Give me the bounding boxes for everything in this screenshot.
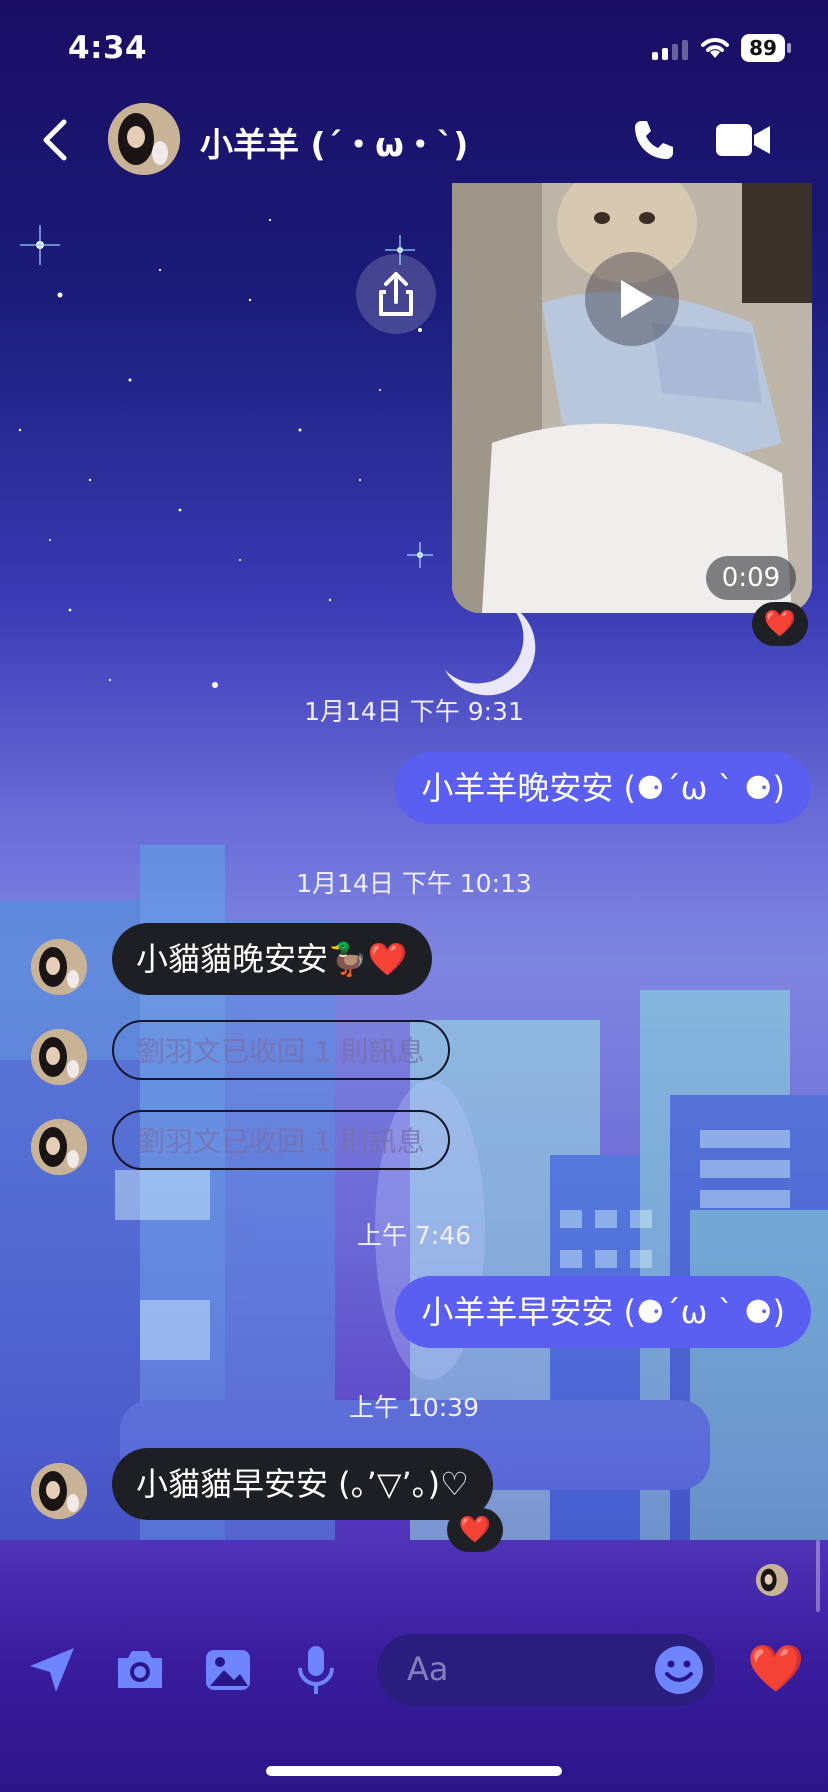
crescent-moon xyxy=(445,605,536,696)
read-receipt-avatar xyxy=(756,1564,788,1596)
video-duration: 0:09 xyxy=(706,556,796,600)
play-icon xyxy=(621,280,653,318)
heart-reaction-icon: ❤️ xyxy=(458,1515,492,1545)
battery-indicator: 89 xyxy=(741,34,785,62)
incoming-message[interactable]: 小貓貓晚安安🦆❤️ xyxy=(112,923,432,995)
video-call-icon[interactable] xyxy=(716,122,770,158)
play-button[interactable] xyxy=(585,252,679,346)
cellular-signal-icon xyxy=(652,38,688,60)
city-skyline-background xyxy=(0,845,828,1540)
home-indicator xyxy=(266,1766,562,1776)
timestamp: 上午 7:46 xyxy=(356,1221,472,1250)
video-thumbnail[interactable] xyxy=(452,183,812,613)
send-arrow-icon[interactable] xyxy=(24,1642,80,1698)
battery-nub xyxy=(787,43,791,53)
heart-icon[interactable]: ❤️ xyxy=(746,1638,806,1698)
status-time: 4:34 xyxy=(68,30,148,66)
contact-name[interactable]: 小羊羊 (´・ω・`) xyxy=(200,118,468,166)
heart-reaction-icon: ❤️ xyxy=(763,609,797,639)
outgoing-message[interactable]: 小羊羊早安安 (⚈´ω ` ⚈) xyxy=(395,1276,811,1348)
gallery-icon[interactable] xyxy=(200,1642,256,1698)
timestamp: 1月14日 下午 10:13 xyxy=(296,869,532,898)
sender-avatar[interactable] xyxy=(31,1119,87,1175)
emoji-icon[interactable] xyxy=(651,1642,707,1698)
message-reaction[interactable]: ❤️ xyxy=(447,1508,503,1552)
outgoing-message[interactable]: 小羊羊晚安安 (⚈´ω ` ⚈) xyxy=(395,752,811,824)
incoming-message[interactable]: 小貓貓早安安 (。’▽’。)♡ xyxy=(112,1448,493,1520)
retracted-message: 劉羽文已收回 1 則訊息 xyxy=(112,1110,450,1170)
timestamp: 1月14日 下午 9:31 xyxy=(304,697,524,726)
video-reaction[interactable]: ❤️ xyxy=(752,602,808,646)
contact-avatar[interactable] xyxy=(108,103,180,175)
share-button[interactable] xyxy=(356,254,436,334)
sender-avatar[interactable] xyxy=(31,1029,87,1085)
phone-icon[interactable] xyxy=(632,118,676,162)
camera-icon[interactable] xyxy=(112,1642,168,1698)
back-chevron-icon[interactable] xyxy=(38,118,70,162)
message-input-placeholder: Aa xyxy=(407,1650,449,1688)
wifi-icon xyxy=(701,38,729,58)
retracted-message: 劉羽文已收回 1 則訊息 xyxy=(112,1020,450,1080)
timestamp: 上午 10:39 xyxy=(349,1393,479,1422)
sender-avatar[interactable] xyxy=(31,1463,87,1519)
microphone-icon[interactable] xyxy=(288,1642,344,1698)
share-icon xyxy=(379,272,413,316)
sender-avatar[interactable] xyxy=(31,939,87,995)
scrollbar[interactable] xyxy=(816,1540,820,1612)
